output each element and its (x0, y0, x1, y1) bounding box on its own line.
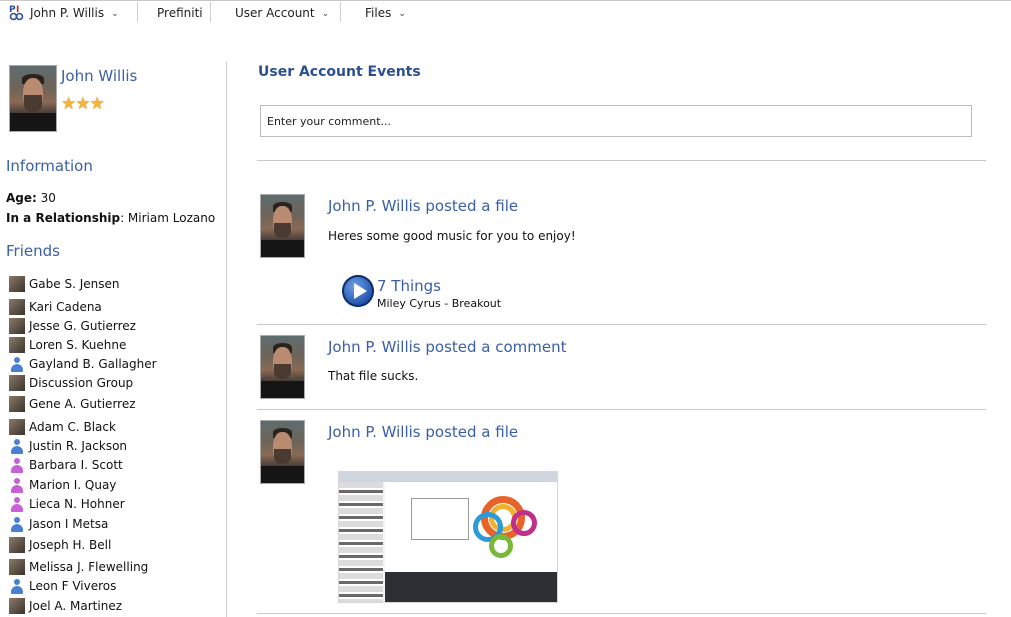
friend-name: Melissa J. Flewelling (29, 560, 149, 574)
files-menu-label: Files (365, 6, 392, 20)
friend-name: Joel A. Martinez (29, 599, 123, 613)
play-icon[interactable] (342, 275, 374, 307)
friend-name: Jason I Metsa (29, 517, 109, 531)
sidebar-divider (226, 62, 227, 617)
event-title[interactable]: John P. Willis posted a file (328, 197, 518, 215)
event-body: That file sucks. (328, 369, 419, 383)
image-thumbnail[interactable] (338, 471, 558, 603)
user-account-menu-label: User Account (235, 6, 315, 20)
chevron-down-icon: ⌄ (111, 9, 119, 19)
age-label: Age: (6, 191, 37, 205)
friend-name: Jesse G. Gutierrez (29, 319, 136, 333)
friend-photo-icon (9, 375, 25, 391)
friend-name: Joseph H. Bell (29, 538, 112, 552)
relationship-label: In a Relationship (6, 211, 121, 225)
person-icon (9, 578, 25, 594)
information-heading: Information (6, 157, 93, 175)
prefiniti-logo-icon: P I (9, 5, 24, 21)
nav-divider (210, 2, 211, 22)
nav-divider (340, 2, 341, 22)
event-avatar[interactable] (260, 335, 305, 399)
rating-stars-icon: ★★★ (61, 94, 105, 114)
person-icon (9, 516, 25, 532)
top-nav-bar: P I John P. Willis ⌄ Prefiniti User Accou… (0, 0, 1011, 27)
person-icon (9, 477, 25, 493)
friend-photo-icon (9, 598, 25, 614)
friend-photo-icon (9, 396, 25, 412)
event-body: Heres some good music for you to enjoy! (328, 229, 576, 243)
divider (257, 613, 986, 614)
friend-photo-icon (9, 299, 25, 315)
friend-photo-icon (9, 537, 25, 553)
event-avatar[interactable] (260, 194, 305, 258)
friend-photo-icon (9, 419, 25, 435)
divider (257, 160, 986, 161)
person-icon (9, 496, 25, 512)
prefiniti-menu[interactable]: Prefiniti (157, 6, 203, 20)
relationship-line: In a Relationship: Miriam Lozano (6, 211, 215, 225)
friend-name: Kari Cadena (29, 300, 102, 314)
profile-name[interactable]: John Willis (61, 67, 137, 85)
friend-name: Leon F Viveros (29, 579, 117, 593)
track-title[interactable]: 7 Things (377, 277, 441, 295)
friend-name: Justin R. Jackson (29, 439, 128, 453)
friend-name: Discussion Group (29, 376, 134, 390)
friends-heading: Friends (6, 242, 60, 260)
user-account-menu[interactable]: User Account ⌄ (235, 6, 329, 20)
files-menu[interactable]: Files ⌄ (365, 6, 406, 20)
friend-name: Loren S. Kuehne (29, 338, 127, 352)
divider (257, 409, 986, 410)
nav-divider (137, 2, 138, 22)
chevron-down-icon: ⌄ (321, 9, 330, 19)
person-icon (9, 356, 25, 372)
friend-name: Gene A. Gutierrez (29, 397, 136, 411)
event-title[interactable]: John P. Willis posted a comment (328, 338, 567, 356)
friend-name: Gabe S. Jensen (29, 277, 120, 291)
friend-photo-icon (9, 276, 25, 292)
friend-name: Barbara I. Scott (29, 458, 123, 472)
prefiniti-menu-label: Prefiniti (157, 6, 203, 20)
friend-photo-icon (9, 318, 25, 334)
friend-name: Lieca N. Hohner (29, 497, 125, 511)
age-line: Age: 30 (6, 191, 56, 205)
age-value: 30 (40, 191, 56, 205)
friend-photo-icon (9, 559, 25, 575)
profile-avatar[interactable] (9, 65, 57, 132)
user-menu[interactable]: John P. Willis ⌄ (30, 6, 119, 20)
event-title[interactable]: John P. Willis posted a file (328, 423, 518, 441)
relationship-value: : Miriam Lozano (120, 211, 216, 225)
person-icon (9, 438, 25, 454)
friend-name: Marion I. Quay (29, 478, 117, 492)
user-menu-label: John P. Willis (30, 6, 105, 20)
friend-name: Adam C. Black (29, 420, 116, 434)
person-icon (9, 457, 25, 473)
friend-photo-icon (9, 337, 25, 353)
comment-input[interactable] (260, 105, 972, 137)
friend-name: Gayland B. Gallagher (29, 357, 157, 371)
track-artist-album: Miley Cyrus - Breakout (377, 297, 502, 310)
event-avatar[interactable] (260, 420, 305, 484)
page-title: User Account Events (258, 64, 421, 80)
divider (257, 324, 986, 325)
chevron-down-icon: ⌄ (398, 9, 406, 19)
